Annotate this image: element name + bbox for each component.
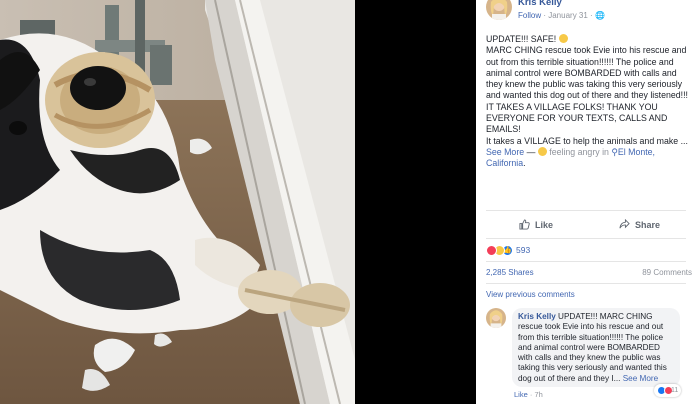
reactions-summary[interactable]: 👍 593: [486, 243, 530, 257]
globe-icon: 🌐: [594, 11, 605, 20]
post-body: UPDATE!!! SAFE! MARC CHING rescue took E…: [486, 34, 688, 169]
shares-count[interactable]: 2,285 Shares: [486, 268, 534, 277]
divider: [486, 261, 686, 262]
comment-text: UPDATE!!! MARC CHING rescue took Evie in…: [518, 312, 667, 383]
like-button[interactable]: Like: [519, 219, 553, 230]
comment-author-name[interactable]: Kris Kelly: [518, 312, 556, 321]
comment-avatar[interactable]: [486, 308, 506, 328]
author-avatar[interactable]: [486, 0, 512, 20]
see-more-link[interactable]: See More: [486, 147, 524, 157]
comments-count[interactable]: 89 Comments: [642, 268, 692, 277]
dog-photo-illustration: [0, 0, 355, 404]
post-header: Kris Kelly Follow · January 31 · 🌐: [486, 0, 691, 26]
comment-see-more-link[interactable]: See More: [623, 374, 659, 383]
view-previous-comments-link[interactable]: View previous comments: [486, 290, 575, 299]
photo-letterbox: [355, 0, 476, 404]
post-actions: Like Share: [486, 214, 686, 238]
comment-reactions[interactable]: 11: [654, 384, 682, 397]
relieved-emoji-icon: [558, 34, 568, 43]
post-photo[interactable]: [0, 0, 355, 404]
share-arrow-icon: [619, 219, 630, 229]
comment-actions: Like · 7h: [514, 390, 543, 399]
thumbs-up-icon: [519, 219, 530, 230]
comment-reaction-count: 11: [671, 387, 679, 394]
post-date[interactable]: January 31: [548, 11, 588, 20]
engagement-row: 2,285 Shares 89 Comments: [486, 268, 692, 277]
share-button[interactable]: Share: [619, 219, 660, 230]
angry-reaction-icon: [486, 244, 497, 256]
divider: [486, 283, 686, 284]
reactions-count[interactable]: 593: [516, 245, 530, 255]
angry-emoji-icon: [537, 146, 547, 156]
comment-like-link[interactable]: Like: [514, 390, 528, 399]
comment-time[interactable]: 7h: [534, 390, 542, 399]
divider: [486, 238, 686, 239]
post-author-name[interactable]: Kris Kelly: [518, 0, 562, 8]
follow-link[interactable]: Follow: [518, 11, 541, 20]
comment-bubble: Kris Kelly UPDATE!!! MARC CHING rescue t…: [512, 308, 680, 387]
divider: [486, 210, 686, 211]
post-meta: Follow · January 31 · 🌐: [518, 11, 605, 20]
post-panel: Kris Kelly Follow · January 31 · 🌐 UPDAT…: [476, 0, 696, 404]
